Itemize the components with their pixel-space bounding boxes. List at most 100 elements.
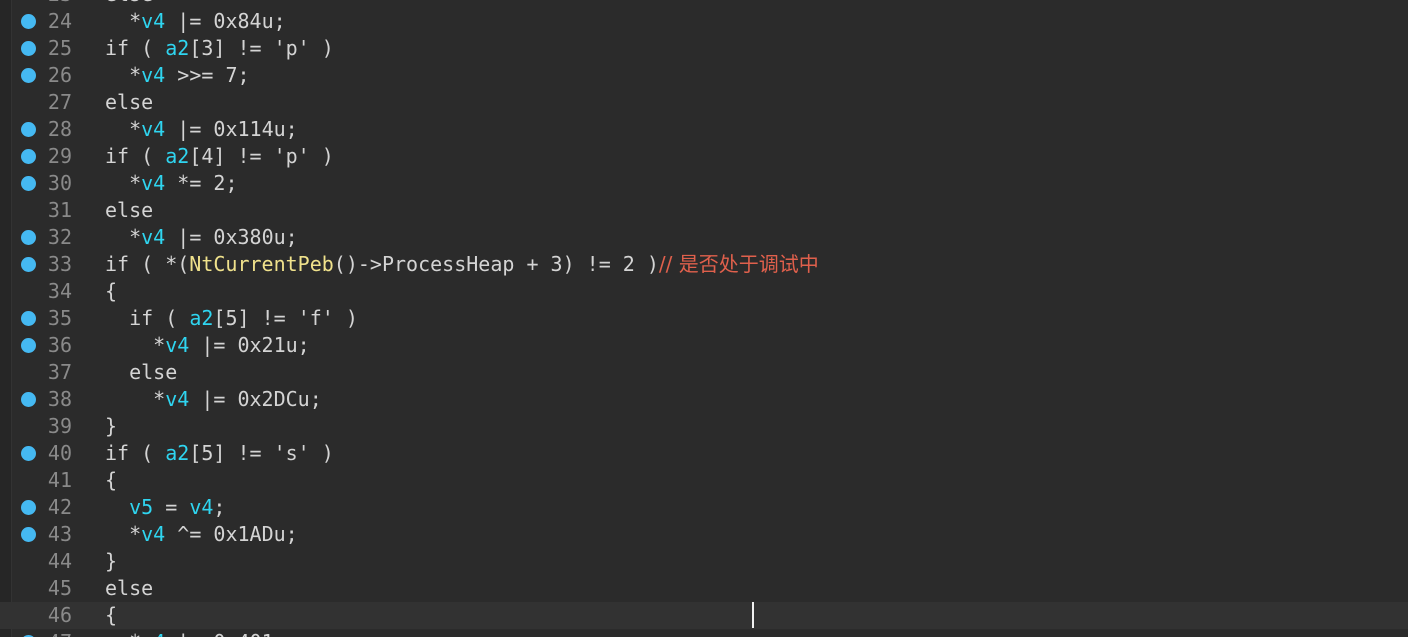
- code-token: |= 0x21u;: [189, 333, 310, 357]
- code-token: |= 0x114u;: [165, 117, 298, 141]
- code-token: [5] != 's' ): [189, 441, 334, 465]
- code-token: |= 0x401u;: [165, 630, 297, 637]
- code-line[interactable]: 32 *v4 |= 0x380u;: [0, 224, 1408, 251]
- code-token: }: [105, 549, 118, 573]
- breakpoint-marker-icon[interactable]: [21, 230, 36, 245]
- code-token: *: [153, 333, 166, 357]
- code-text: if ( a2[5] != 's' ): [105, 440, 334, 467]
- breakpoint-marker-icon[interactable]: [21, 122, 36, 137]
- breakpoint-marker-icon[interactable]: [21, 500, 36, 515]
- code-line[interactable]: 29 if ( a2[4] != 'p' ): [0, 143, 1408, 170]
- code-token: |= 0x2DCu;: [189, 387, 322, 411]
- code-line[interactable]: 41 {: [0, 467, 1408, 494]
- code-line[interactable]: 30 *v4 *= 2;: [0, 170, 1408, 197]
- identifier-token: v4: [141, 63, 166, 87]
- breakpoint-marker-icon[interactable]: [21, 527, 36, 542]
- line-number: 27: [47, 90, 72, 114]
- code-token: *: [129, 63, 142, 87]
- code-editor[interactable]: 23 else 24 *v4 |= 0x84u;25if ( a2[3] != 'p…: [0, 0, 1408, 637]
- code-line[interactable]: 24 *v4 |= 0x84u;: [0, 8, 1408, 35]
- breakpoint-marker-icon[interactable]: [21, 149, 36, 164]
- code-line[interactable]: 36 *v4 |= 0x21u;: [0, 332, 1408, 359]
- line-number: 28: [47, 117, 72, 141]
- line-number: 43: [47, 522, 72, 546]
- code-text: *v4 |= 0x84u;: [105, 8, 286, 35]
- breakpoint-marker-icon[interactable]: [21, 14, 36, 29]
- code-token: *= 2;: [165, 171, 238, 195]
- code-line[interactable]: 46 {: [0, 602, 1408, 629]
- code-token: *: [129, 225, 142, 249]
- code-line[interactable]: 23 else: [0, 0, 1408, 8]
- code-line[interactable]: 44}: [0, 548, 1408, 575]
- code-text: *v4 >>= 7;: [105, 62, 250, 89]
- code-line[interactable]: 31 else: [0, 197, 1408, 224]
- code-text: else: [105, 0, 153, 8]
- code-line[interactable]: 40 if ( a2[5] != 's' ): [0, 440, 1408, 467]
- code-line[interactable]: 38 *v4 |= 0x2DCu;: [0, 386, 1408, 413]
- identifier-token: a2: [165, 441, 190, 465]
- code-line[interactable]: 35 if ( a2[5] != 'f' ): [0, 305, 1408, 332]
- code-token: else: [105, 90, 154, 114]
- code-line[interactable]: 26 *v4 >>= 7;: [0, 62, 1408, 89]
- code-line[interactable]: 47 *v4 |= 0x401u;: [0, 629, 1408, 637]
- code-token: else: [105, 198, 154, 222]
- code-text: v5 = v4;: [105, 494, 225, 521]
- code-lines: 23 else 24 *v4 |= 0x84u;25if ( a2[3] != 'p…: [0, 0, 1408, 637]
- code-text: *v4 |= 0x114u;: [105, 116, 298, 143]
- code-token: else: [105, 576, 154, 600]
- breakpoint-marker-icon[interactable]: [21, 68, 36, 83]
- code-token: ()->ProcessHeap + 3) != 2 ): [333, 252, 659, 276]
- code-token: if (: [129, 306, 190, 330]
- line-number: 41: [47, 468, 72, 492]
- code-text: {: [105, 467, 117, 494]
- code-line[interactable]: 45 else: [0, 575, 1408, 602]
- code-line[interactable]: 42 v5 = v4;: [0, 494, 1408, 521]
- code-token: *: [129, 630, 141, 637]
- breakpoint-marker-icon[interactable]: [21, 176, 36, 191]
- breakpoint-marker-icon[interactable]: [21, 41, 36, 56]
- breakpoint-marker-icon[interactable]: [21, 392, 36, 407]
- identifier-token: v4: [165, 333, 190, 357]
- breakpoint-marker-icon[interactable]: [21, 338, 36, 353]
- code-token: else: [129, 360, 178, 384]
- code-text: if ( *(NtCurrentPeb()->ProcessHeap + 3) …: [105, 251, 819, 278]
- code-line[interactable]: 37 else: [0, 359, 1408, 386]
- identifier-token: v4: [165, 387, 190, 411]
- code-token: >>= 7;: [165, 63, 250, 87]
- identifier-token: v4: [141, 630, 165, 637]
- comment-token: // 是否处于调试中: [658, 252, 819, 276]
- code-text: *v4 ^= 0x1ADu;: [105, 521, 298, 548]
- code-text: if ( a2[5] != 'f' ): [105, 305, 358, 332]
- line-number: 23: [40, 0, 72, 8]
- code-line[interactable]: 28 *v4 |= 0x114u;: [0, 116, 1408, 143]
- code-token: ^= 0x1ADu;: [165, 522, 298, 546]
- code-token: ;: [213, 495, 226, 519]
- code-token: if ( *(: [105, 252, 190, 276]
- code-line[interactable]: 34 {: [0, 278, 1408, 305]
- code-token: {: [105, 279, 118, 303]
- line-number: 45: [47, 576, 72, 600]
- code-token: *: [153, 387, 166, 411]
- code-line[interactable]: 27 else: [0, 89, 1408, 116]
- line-number: 24: [47, 9, 72, 33]
- identifier-token: v4: [141, 225, 166, 249]
- breakpoint-marker-icon[interactable]: [21, 446, 36, 461]
- line-number: 31: [47, 198, 72, 222]
- line-number: 37: [47, 360, 72, 384]
- code-token: *: [129, 9, 142, 33]
- code-line[interactable]: 39}: [0, 413, 1408, 440]
- breakpoint-marker-icon[interactable]: [21, 257, 36, 272]
- code-token: {: [105, 468, 118, 492]
- code-text: }: [105, 413, 117, 440]
- code-line[interactable]: 25 if ( a2[3] != 'p' ): [0, 35, 1408, 62]
- identifier-token: v4: [141, 9, 166, 33]
- code-line[interactable]: 43 *v4 ^= 0x1ADu;: [0, 521, 1408, 548]
- breakpoint-marker-icon[interactable]: [21, 311, 36, 326]
- code-text: *v4 |= 0x380u;: [105, 224, 298, 251]
- code-token: {: [105, 603, 118, 627]
- code-token: else: [105, 0, 153, 6]
- code-token: }: [105, 414, 118, 438]
- identifier-token: v4: [141, 522, 166, 546]
- code-line[interactable]: 33 if ( *(NtCurrentPeb()->ProcessHeap + 3…: [0, 251, 1408, 278]
- line-number: 40: [47, 441, 72, 465]
